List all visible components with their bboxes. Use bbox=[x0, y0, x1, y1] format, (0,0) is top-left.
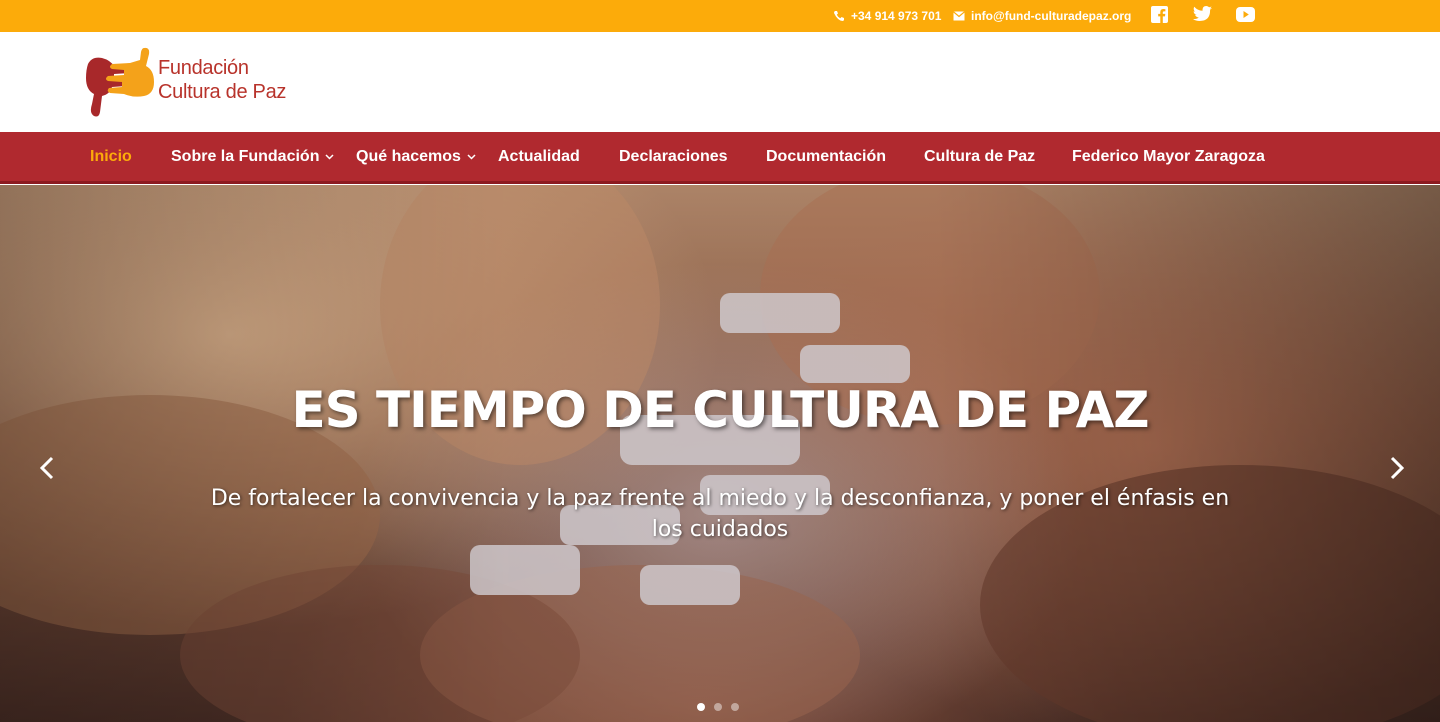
phone-icon bbox=[834, 11, 844, 21]
chevron-down-icon bbox=[325, 153, 334, 160]
nav-item-label: Qué hacemos bbox=[356, 147, 461, 165]
nav-item-declaraciones[interactable]: Declaraciones bbox=[619, 132, 728, 181]
chevron-down-icon bbox=[467, 153, 476, 160]
hero-overlay bbox=[0, 185, 1440, 722]
nav-item-federico-mayor-zaragoza[interactable]: Federico Mayor Zaragoza bbox=[1072, 132, 1265, 181]
envelope-icon bbox=[953, 11, 965, 21]
youtube-icon bbox=[1235, 6, 1255, 22]
nav-item-sobre-la-fundacion[interactable]: Sobre la Fundación bbox=[171, 132, 334, 181]
top-bar: +34 914 973 701 info@fund-culturadepaz.o… bbox=[0, 0, 1440, 32]
nav-item-label: Inicio bbox=[90, 147, 132, 165]
facebook-icon bbox=[1150, 5, 1168, 23]
twitter-icon bbox=[1192, 6, 1212, 21]
logo-text: Fundación Cultura de Paz bbox=[158, 56, 286, 104]
logo-line-1: Fundación bbox=[158, 57, 249, 79]
logo-hands-icon bbox=[86, 47, 154, 117]
logo-line-2: Cultura de Paz bbox=[158, 81, 287, 103]
slide-dot-3[interactable] bbox=[731, 703, 739, 711]
slide-dot-2[interactable] bbox=[714, 703, 722, 711]
phone-contact[interactable]: +34 914 973 701 bbox=[833, 0, 941, 32]
nav-item-documentacion[interactable]: Documentación bbox=[766, 132, 886, 181]
youtube-link[interactable] bbox=[1235, 4, 1255, 24]
slide-dot-1[interactable] bbox=[697, 703, 705, 711]
nav-item-inicio[interactable]: Inicio bbox=[90, 132, 132, 181]
nav-item-label: Documentación bbox=[766, 147, 887, 165]
hero-subtitle: De fortalecer la convivencia y la paz fr… bbox=[210, 486, 1230, 542]
hero-slider: ES TIEMPO DE CULTURA DE PAZ De fortalece… bbox=[0, 185, 1440, 722]
facebook-link[interactable] bbox=[1149, 4, 1169, 24]
email-contact[interactable]: info@fund-culturadepaz.org bbox=[953, 0, 1131, 32]
nav-item-cultura-de-paz[interactable]: Cultura de Paz bbox=[924, 132, 1035, 181]
nav-item-que-hacemos[interactable]: Qué hacemos bbox=[356, 132, 476, 181]
email-address: info@fund-culturadepaz.org bbox=[971, 9, 1132, 23]
nav-item-label: Actualidad bbox=[498, 147, 580, 165]
nav-item-label: Federico Mayor Zaragoza bbox=[1072, 147, 1265, 165]
site-logo[interactable]: Fundación Cultura de Paz bbox=[84, 46, 314, 122]
hero-title: ES TIEMPO DE CULTURA DE PAZ bbox=[291, 381, 1149, 439]
twitter-link[interactable] bbox=[1192, 4, 1212, 24]
nav-item-label: Declaraciones bbox=[619, 147, 728, 165]
chevron-left-icon bbox=[40, 456, 54, 480]
slide-indicators bbox=[697, 703, 739, 711]
previous-slide-button[interactable] bbox=[32, 451, 62, 485]
nav-item-actualidad[interactable]: Actualidad bbox=[498, 132, 580, 181]
nav-item-label: Cultura de Paz bbox=[924, 147, 1036, 165]
phone-number: +34 914 973 701 bbox=[851, 9, 942, 23]
chevron-right-icon bbox=[1390, 456, 1404, 480]
nav-item-label: Sobre la Fundación bbox=[171, 147, 320, 165]
main-navigation: Inicio Sobre la Fundación Qué hacemos Ac… bbox=[0, 132, 1440, 184]
next-slide-button[interactable] bbox=[1382, 451, 1412, 485]
